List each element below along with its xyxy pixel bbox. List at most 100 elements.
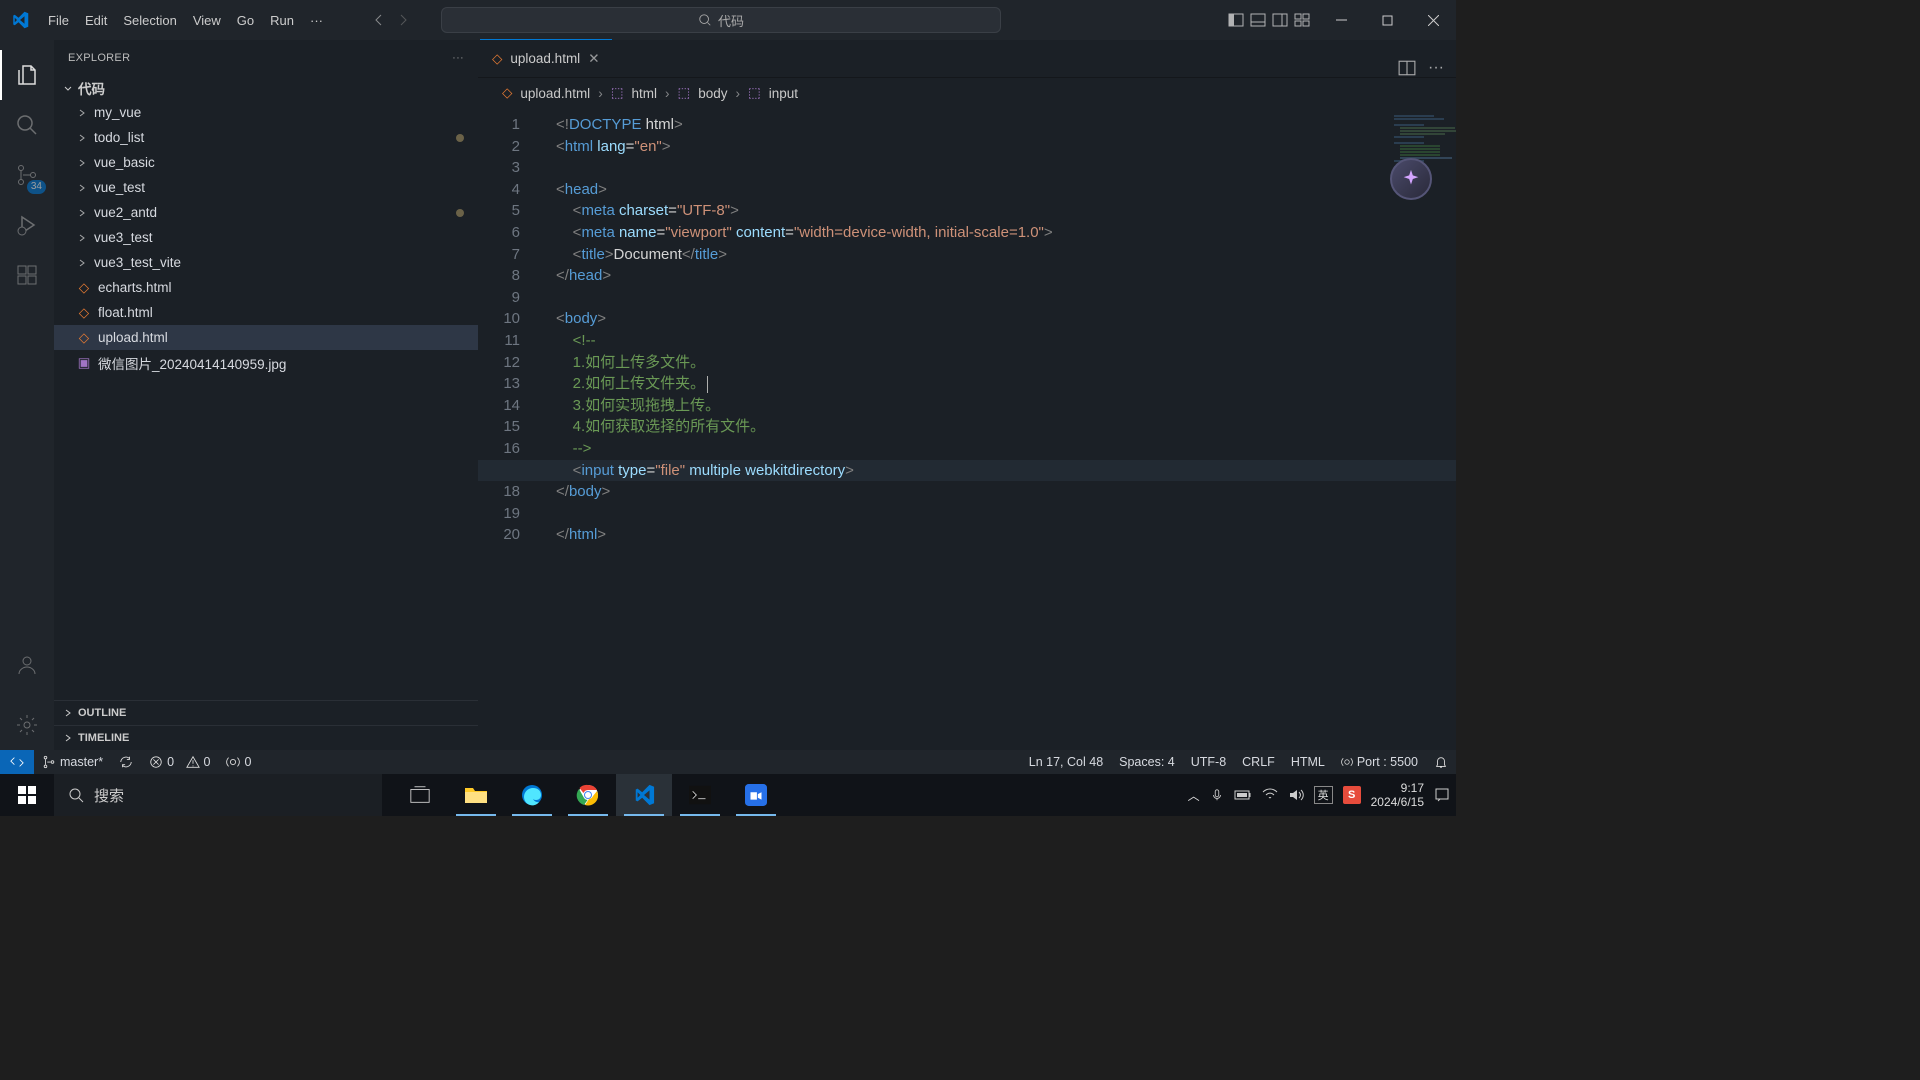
search-activity-icon[interactable] (0, 100, 54, 150)
tab-label: upload.html (510, 51, 580, 66)
ports[interactable]: 0 (218, 755, 259, 769)
nav-back-icon[interactable] (371, 12, 387, 28)
battery-icon[interactable] (1234, 789, 1252, 801)
file-item[interactable]: ◇float.html (54, 300, 478, 325)
code-editor[interactable]: 1234567891011121314151617181920 <!DOCTYP… (478, 108, 1456, 750)
git-branch[interactable]: master* (34, 755, 111, 769)
html-file-icon: ◇ (492, 51, 502, 67)
crumb-input[interactable]: input (769, 86, 798, 101)
cursor-position[interactable]: Ln 17, Col 48 (1021, 755, 1111, 769)
explorer-more-icon[interactable]: ··· (452, 52, 464, 64)
start-button[interactable] (0, 774, 54, 816)
breadcrumbs[interactable]: ◇ upload.html › ⬚html › ⬚body › ⬚input (478, 78, 1456, 108)
split-editor-icon[interactable] (1398, 59, 1416, 77)
timeline-section[interactable]: TIMELINE (54, 725, 478, 750)
file-item[interactable]: ◇echarts.html (54, 275, 478, 300)
notification-center-icon[interactable] (1434, 787, 1450, 803)
language-mode[interactable]: HTML (1283, 755, 1333, 769)
html-file-icon: ◇ (76, 280, 92, 296)
sync-button[interactable] (111, 755, 141, 769)
extensions-icon[interactable] (0, 250, 54, 300)
folder-item[interactable]: my_vue (54, 100, 478, 125)
remote-button[interactable] (0, 750, 34, 774)
layout-sidebar-left-icon[interactable] (1228, 12, 1244, 28)
file-explorer-icon[interactable] (448, 774, 504, 816)
sogou-icon[interactable]: S (1343, 786, 1361, 804)
close-button[interactable] (1410, 0, 1456, 40)
vscode-app-icon[interactable] (616, 774, 672, 816)
task-view-icon[interactable] (392, 774, 448, 816)
search-placeholder: 代码 (718, 11, 744, 30)
outline-section[interactable]: OUTLINE (54, 700, 478, 725)
code-lines[interactable]: <!DOCTYPE html><html lang="en"><head> <m… (556, 114, 1396, 546)
eol[interactable]: CRLF (1234, 755, 1283, 769)
status-bar: master* 0 0 0 Ln 17, Col 48 Spaces: 4 UT… (0, 750, 1456, 774)
notifications-icon[interactable] (1426, 755, 1456, 769)
folder-item[interactable]: vue_basic (54, 150, 478, 175)
encoding[interactable]: UTF-8 (1183, 755, 1234, 769)
scm-icon[interactable]: 34 (0, 150, 54, 200)
folder-item[interactable]: vue3_test_vite (54, 250, 478, 275)
layout-panel-icon[interactable] (1250, 12, 1266, 28)
tab-upload-html[interactable]: ◇ upload.html ✕ (480, 39, 612, 77)
taskbar-search[interactable]: 搜索 (54, 774, 382, 816)
copilot-overlay-icon[interactable] (1390, 158, 1432, 200)
menu-bar: File Edit Selection View Go Run ··· (40, 13, 331, 28)
mic-icon[interactable] (1210, 788, 1224, 802)
editor-more-icon[interactable]: ··· (1428, 59, 1444, 77)
folder-item[interactable]: vue2_antd (54, 200, 478, 225)
wifi-icon[interactable] (1262, 788, 1278, 802)
minimize-button[interactable] (1318, 0, 1364, 40)
edge-icon[interactable] (504, 774, 560, 816)
explorer-sidebar: EXPLORER ··· 代码 my_vuetodo_listvue_basic… (54, 40, 478, 750)
line-gutter: 1234567891011121314151617181920 (478, 114, 542, 546)
tab-close-icon[interactable]: ✕ (588, 51, 599, 67)
terminal-icon[interactable] (672, 774, 728, 816)
ime-indicator[interactable]: 英 (1314, 786, 1333, 804)
search-icon (68, 787, 84, 803)
item-label: vue3_test (94, 230, 153, 245)
chrome-icon[interactable] (560, 774, 616, 816)
menu-run[interactable]: Run (262, 13, 302, 28)
folder-item[interactable]: todo_list (54, 125, 478, 150)
item-label: vue2_antd (94, 205, 157, 220)
folder-item[interactable]: vue_test (54, 175, 478, 200)
crumb-body[interactable]: body (698, 86, 727, 101)
explorer-title: EXPLORER (68, 52, 130, 64)
settings-icon[interactable] (0, 700, 54, 750)
nav-forward-icon[interactable] (395, 12, 411, 28)
meeting-app-icon[interactable] (728, 774, 784, 816)
activity-bar: 34 (0, 40, 54, 750)
menu-more-icon[interactable]: ··· (302, 13, 331, 28)
file-item[interactable]: ◇upload.html (54, 325, 478, 350)
indent[interactable]: Spaces: 4 (1111, 755, 1183, 769)
debug-icon[interactable] (0, 200, 54, 250)
windows-taskbar: 搜索 ︿ 英 S 9:172024/6/15 (0, 774, 1456, 816)
workspace-root-label: 代码 (78, 78, 105, 98)
layout-controls (1228, 12, 1318, 28)
crumb-file[interactable]: upload.html (520, 86, 590, 101)
explorer-icon[interactable] (0, 50, 54, 100)
command-center[interactable]: 代码 (441, 7, 1001, 33)
menu-go[interactable]: Go (229, 13, 262, 28)
live-server[interactable]: Port : 5500 (1333, 755, 1426, 769)
item-label: vue_test (94, 180, 145, 195)
symbol-icon: ⬚ (611, 85, 624, 101)
menu-file[interactable]: File (40, 13, 77, 28)
workspace-root[interactable]: 代码 (54, 76, 478, 100)
menu-edit[interactable]: Edit (77, 13, 115, 28)
file-item[interactable]: ▣微信图片_20240414140959.jpg (54, 350, 478, 375)
menu-view[interactable]: View (185, 13, 229, 28)
clock[interactable]: 9:172024/6/15 (1371, 781, 1424, 809)
menu-selection[interactable]: Selection (115, 13, 184, 28)
layout-customize-icon[interactable] (1294, 12, 1310, 28)
problems[interactable]: 0 0 (141, 755, 218, 769)
account-icon[interactable] (0, 640, 54, 690)
tray-chevron-icon[interactable]: ︿ (1188, 787, 1200, 804)
maximize-button[interactable] (1364, 0, 1410, 40)
crumb-html[interactable]: html (631, 86, 657, 101)
modified-dot-icon (456, 209, 464, 217)
volume-icon[interactable] (1288, 788, 1304, 802)
folder-item[interactable]: vue3_test (54, 225, 478, 250)
layout-sidebar-right-icon[interactable] (1272, 12, 1288, 28)
